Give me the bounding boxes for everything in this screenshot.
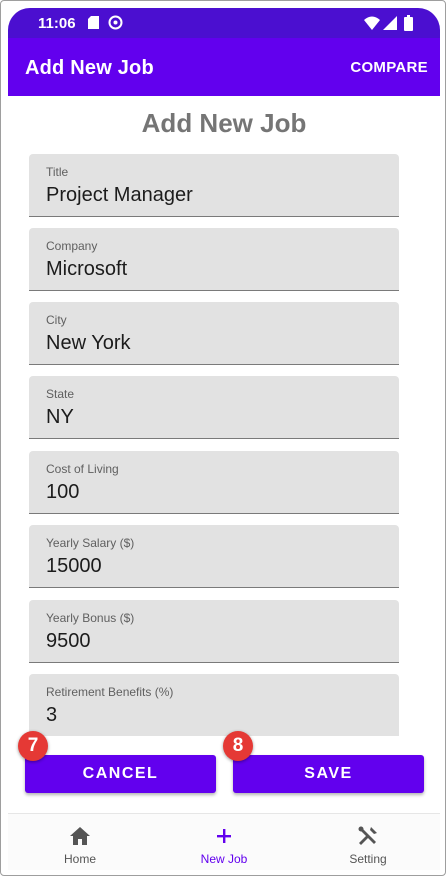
nav-label-setting: Setting bbox=[349, 852, 387, 866]
field-label: State bbox=[46, 387, 75, 401]
status-bar: 11:06 bbox=[8, 8, 440, 38]
screenshot-frame: 11:06 Add New Job COMPARE Add New Job Ti… bbox=[0, 0, 446, 876]
compare-button[interactable]: COMPARE bbox=[350, 59, 428, 76]
field-value: 9500 bbox=[46, 630, 91, 652]
cell-signal-icon bbox=[383, 16, 397, 30]
cancel-button[interactable]: CANCEL bbox=[25, 755, 216, 793]
page-heading: Add New Job bbox=[141, 108, 307, 138]
field-label: Retirement Benefits (%) bbox=[46, 685, 174, 699]
field-value: 100 bbox=[46, 481, 80, 503]
field-label: Yearly Salary ($) bbox=[46, 536, 135, 550]
yearly-salary-field[interactable]: Yearly Salary ($) 15000 bbox=[29, 525, 399, 588]
sd-card-icon bbox=[88, 16, 99, 29]
city-field[interactable]: City New York bbox=[29, 302, 399, 365]
field-value: Project Manager bbox=[46, 184, 193, 206]
field-value: 15000 bbox=[46, 555, 102, 577]
field-label: Yearly Bonus ($) bbox=[46, 611, 135, 625]
field-value: NY bbox=[46, 406, 74, 428]
annotation-marker-cancel: 7 bbox=[18, 731, 48, 761]
plus-icon bbox=[217, 829, 231, 843]
yearly-bonus-field[interactable]: Yearly Bonus ($) 9500 bbox=[29, 600, 399, 663]
battery-icon bbox=[404, 15, 413, 31]
nav-label-home: Home bbox=[63, 852, 96, 866]
form-content: Add New Job Title Project Manager Compan… bbox=[8, 96, 440, 736]
home-icon bbox=[70, 827, 90, 845]
app-bar: Add New Job COMPARE bbox=[8, 38, 440, 96]
cost-of-living-field[interactable]: Cost of Living 100 bbox=[29, 451, 399, 514]
field-label: Cost of Living bbox=[46, 462, 119, 476]
nav-item-home[interactable]: Home bbox=[8, 814, 152, 870]
field-value: Microsoft bbox=[46, 258, 128, 280]
field-label: City bbox=[46, 313, 67, 327]
field-value: 3 bbox=[46, 704, 58, 726]
status-time: 11:06 bbox=[38, 15, 76, 32]
nav-item-new-job[interactable]: New Job bbox=[152, 814, 296, 870]
save-button[interactable]: SAVE bbox=[233, 755, 424, 793]
annotation-marker-save: 8 bbox=[223, 731, 253, 761]
data-saver-icon bbox=[108, 15, 123, 30]
state-field[interactable]: State NY bbox=[29, 376, 399, 439]
title-field[interactable]: Title Project Manager bbox=[29, 154, 399, 217]
retirement-benefits-field[interactable]: Retirement Benefits (%) 3 bbox=[29, 674, 399, 736]
field-value: New York bbox=[46, 332, 131, 354]
tools-icon bbox=[358, 826, 377, 845]
nav-label-new-job: New Job bbox=[200, 852, 248, 866]
company-field[interactable]: Company Microsoft bbox=[29, 228, 399, 291]
field-label: Title bbox=[46, 165, 69, 179]
nav-item-setting[interactable]: Setting bbox=[296, 814, 440, 870]
bottom-navigation: Home New Job Setting bbox=[8, 813, 440, 870]
app-bar-title: Add New Job bbox=[25, 57, 154, 79]
wifi-icon bbox=[364, 16, 380, 30]
phone-screen: 11:06 Add New Job COMPARE Add New Job Ti… bbox=[8, 8, 440, 870]
field-label: Company bbox=[46, 239, 98, 253]
